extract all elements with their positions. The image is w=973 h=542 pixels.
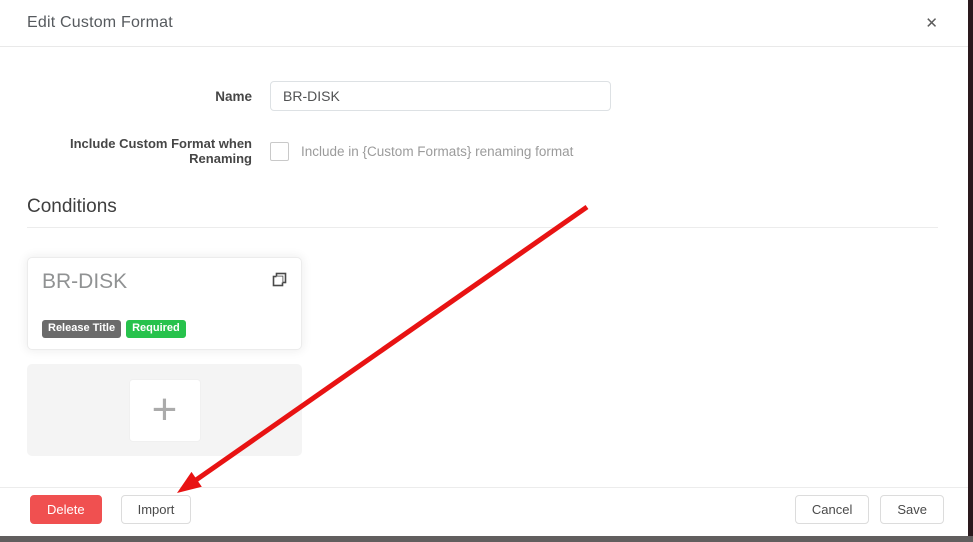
close-icon[interactable]: ✕ [921, 12, 942, 35]
condition-card-tags: Release Title Required [42, 320, 186, 338]
name-label: Name [27, 89, 252, 104]
modal-title: Edit Custom Format [27, 14, 173, 32]
background-edge-right [968, 0, 973, 542]
conditions-heading: Conditions [27, 196, 938, 228]
name-input[interactable] [270, 81, 611, 111]
tag-required: Required [126, 320, 186, 338]
include-renaming-helper: Include in {Custom Formats} renaming for… [301, 144, 573, 159]
footer-right: Cancel Save [795, 495, 944, 524]
add-condition-card: + [27, 364, 302, 456]
page: Edit Custom Format ✕ Name Include Custom… [0, 0, 973, 542]
modal-header: Edit Custom Format ✕ [0, 0, 968, 47]
condition-card-title: BR-DISK [42, 270, 287, 294]
name-row: Name [27, 81, 938, 111]
edit-custom-format-modal: Edit Custom Format ✕ Name Include Custom… [0, 0, 968, 536]
include-renaming-checkbox[interactable] [270, 142, 289, 161]
background-edge-bottom [0, 536, 973, 542]
import-button[interactable]: Import [121, 495, 192, 524]
delete-button[interactable]: Delete [30, 495, 102, 524]
modal-footer: Delete Import Cancel Save [0, 487, 968, 536]
footer-left: Delete Import [30, 495, 191, 524]
modal-body: Name Include Custom Format when Renaming… [0, 47, 968, 487]
clone-icon[interactable] [272, 272, 287, 292]
conditions-list: BR-DISK Release Title Required + [27, 257, 302, 456]
add-condition-button[interactable]: + [129, 379, 201, 442]
include-renaming-row: Include Custom Format when Renaming Incl… [27, 136, 938, 166]
cancel-button[interactable]: Cancel [795, 495, 869, 524]
include-renaming-label: Include Custom Format when Renaming [27, 136, 252, 166]
condition-card[interactable]: BR-DISK Release Title Required [27, 257, 302, 350]
save-button[interactable]: Save [880, 495, 944, 524]
tag-release-title: Release Title [42, 320, 121, 338]
